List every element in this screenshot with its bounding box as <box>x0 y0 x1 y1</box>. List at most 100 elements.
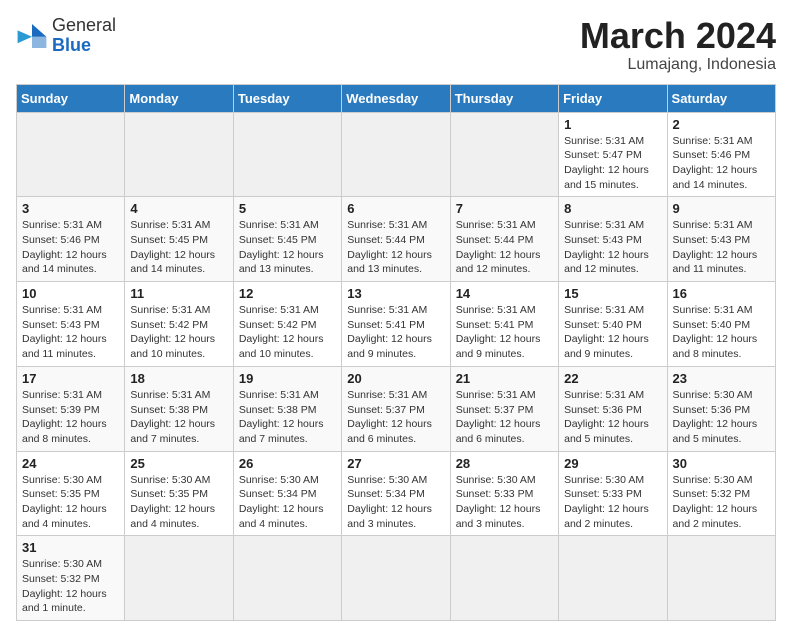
calendar-cell: 27Sunrise: 5:30 AM Sunset: 5:34 PM Dayli… <box>342 451 450 536</box>
day-info: Sunrise: 5:31 AM Sunset: 5:40 PM Dayligh… <box>564 304 649 360</box>
day-number: 12 <box>239 286 336 301</box>
day-info: Sunrise: 5:31 AM Sunset: 5:41 PM Dayligh… <box>347 304 432 360</box>
day-header-friday: Friday <box>559 84 667 112</box>
day-number: 25 <box>130 456 227 471</box>
calendar-cell: 11 Sunrise: 5:31 AM Sunset: 5:42 PM Dayli… <box>125 282 233 367</box>
day-info: Sunrise: 5:31 AM Sunset: 5:42 PM Dayligh… <box>130 304 215 360</box>
day-info: Sunrise: 5:31 AM Sunset: 5:37 PM Dayligh… <box>456 389 541 445</box>
day-number: 28 <box>456 456 553 471</box>
day-number: 21 <box>456 371 553 386</box>
day-number: 8 <box>564 201 661 216</box>
logo: General Blue <box>16 16 116 56</box>
calendar-cell <box>125 536 233 621</box>
day-info: Sunrise: 5:31 AM Sunset: 5:38 PM Dayligh… <box>239 389 324 445</box>
day-header-saturday: Saturday <box>667 84 775 112</box>
day-info: Sunrise: 5:31 AM Sunset: 5:38 PM Dayligh… <box>130 389 215 445</box>
calendar-cell: 14 Sunrise: 5:31 AM Sunset: 5:41 PM Dayli… <box>450 282 558 367</box>
week-row-5: 24Sunrise: 5:30 AM Sunset: 5:35 PM Dayli… <box>17 451 776 536</box>
calendar-cell <box>342 112 450 197</box>
week-row-1: 1 Sunrise: 5:31 AM Sunset: 5:47 PM Daylig… <box>17 112 776 197</box>
day-info: Sunrise: 5:30 AM Sunset: 5:32 PM Dayligh… <box>22 558 107 614</box>
days-of-week-row: SundayMondayTuesdayWednesdayThursdayFrid… <box>17 84 776 112</box>
day-number: 20 <box>347 371 444 386</box>
calendar-cell: 15Sunrise: 5:31 AM Sunset: 5:40 PM Dayli… <box>559 282 667 367</box>
day-info: Sunrise: 5:31 AM Sunset: 5:47 PM Dayligh… <box>564 135 649 191</box>
day-number: 16 <box>673 286 770 301</box>
calendar-cell <box>17 112 125 197</box>
calendar-body: 1 Sunrise: 5:31 AM Sunset: 5:47 PM Daylig… <box>17 112 776 621</box>
day-number: 14 <box>456 286 553 301</box>
calendar-cell <box>559 536 667 621</box>
week-row-6: 31Sunrise: 5:30 AM Sunset: 5:32 PM Dayli… <box>17 536 776 621</box>
day-number: 9 <box>673 201 770 216</box>
calendar-cell: 13 Sunrise: 5:31 AM Sunset: 5:41 PM Dayli… <box>342 282 450 367</box>
calendar-cell <box>667 536 775 621</box>
calendar-cell: 12 Sunrise: 5:31 AM Sunset: 5:42 PM Dayli… <box>233 282 341 367</box>
calendar-cell: 20Sunrise: 5:31 AM Sunset: 5:37 PM Dayli… <box>342 366 450 451</box>
calendar-cell: 28 Sunrise: 5:30 AM Sunset: 5:33 PM Dayli… <box>450 451 558 536</box>
week-row-3: 10Sunrise: 5:31 AM Sunset: 5:43 PM Dayli… <box>17 282 776 367</box>
calendar-cell <box>342 536 450 621</box>
day-info: Sunrise: 5:31 AM Sunset: 5:43 PM Dayligh… <box>22 304 107 360</box>
calendar-cell <box>450 112 558 197</box>
day-number: 27 <box>347 456 444 471</box>
day-info: Sunrise: 5:31 AM Sunset: 5:46 PM Dayligh… <box>673 135 758 191</box>
day-info: Sunrise: 5:31 AM Sunset: 5:44 PM Dayligh… <box>347 219 432 275</box>
day-info: Sunrise: 5:30 AM Sunset: 5:33 PM Dayligh… <box>564 474 649 530</box>
calendar-cell: 7 Sunrise: 5:31 AM Sunset: 5:44 PM Daylig… <box>450 197 558 282</box>
day-info: Sunrise: 5:30 AM Sunset: 5:33 PM Dayligh… <box>456 474 541 530</box>
day-info: Sunrise: 5:31 AM Sunset: 5:43 PM Dayligh… <box>564 219 649 275</box>
day-number: 4 <box>130 201 227 216</box>
calendar-cell: 24Sunrise: 5:30 AM Sunset: 5:35 PM Dayli… <box>17 451 125 536</box>
calendar-cell: 19 Sunrise: 5:31 AM Sunset: 5:38 PM Dayli… <box>233 366 341 451</box>
day-info: Sunrise: 5:31 AM Sunset: 5:44 PM Dayligh… <box>456 219 541 275</box>
week-row-2: 3Sunrise: 5:31 AM Sunset: 5:46 PM Daylig… <box>17 197 776 282</box>
day-number: 11 <box>130 286 227 301</box>
calendar-cell: 6 Sunrise: 5:31 AM Sunset: 5:44 PM Daylig… <box>342 197 450 282</box>
day-info: Sunrise: 5:31 AM Sunset: 5:41 PM Dayligh… <box>456 304 541 360</box>
day-info: Sunrise: 5:30 AM Sunset: 5:36 PM Dayligh… <box>673 389 758 445</box>
month-year-title: March 2024 <box>580 16 776 56</box>
calendar-cell <box>233 112 341 197</box>
day-header-monday: Monday <box>125 84 233 112</box>
day-number: 30 <box>673 456 770 471</box>
day-number: 23 <box>673 371 770 386</box>
day-number: 29 <box>564 456 661 471</box>
day-info: Sunrise: 5:30 AM Sunset: 5:34 PM Dayligh… <box>239 474 324 530</box>
day-info: Sunrise: 5:31 AM Sunset: 5:45 PM Dayligh… <box>130 219 215 275</box>
day-info: Sunrise: 5:31 AM Sunset: 5:40 PM Dayligh… <box>673 304 758 360</box>
calendar-cell: 16 Sunrise: 5:31 AM Sunset: 5:40 PM Dayli… <box>667 282 775 367</box>
day-info: Sunrise: 5:30 AM Sunset: 5:35 PM Dayligh… <box>22 474 107 530</box>
day-header-sunday: Sunday <box>17 84 125 112</box>
calendar-cell <box>125 112 233 197</box>
day-number: 17 <box>22 371 119 386</box>
day-header-thursday: Thursday <box>450 84 558 112</box>
day-header-wednesday: Wednesday <box>342 84 450 112</box>
day-number: 6 <box>347 201 444 216</box>
day-info: Sunrise: 5:31 AM Sunset: 5:42 PM Dayligh… <box>239 304 324 360</box>
calendar-cell: 1 Sunrise: 5:31 AM Sunset: 5:47 PM Daylig… <box>559 112 667 197</box>
day-info: Sunrise: 5:30 AM Sunset: 5:35 PM Dayligh… <box>130 474 215 530</box>
calendar-cell: 9Sunrise: 5:31 AM Sunset: 5:43 PM Daylig… <box>667 197 775 282</box>
title-area: March 2024 Lumajang, Indonesia <box>580 16 776 74</box>
calendar-table: SundayMondayTuesdayWednesdayThursdayFrid… <box>16 84 776 622</box>
general-blue-logo-icon <box>16 22 48 50</box>
calendar-cell: 23 Sunrise: 5:30 AM Sunset: 5:36 PM Dayli… <box>667 366 775 451</box>
day-info: Sunrise: 5:31 AM Sunset: 5:45 PM Dayligh… <box>239 219 324 275</box>
day-number: 5 <box>239 201 336 216</box>
logo-general: General <box>52 15 116 35</box>
calendar-cell: 22Sunrise: 5:31 AM Sunset: 5:36 PM Dayli… <box>559 366 667 451</box>
day-number: 3 <box>22 201 119 216</box>
day-number: 1 <box>564 117 661 132</box>
calendar-cell: 2 Sunrise: 5:31 AM Sunset: 5:46 PM Daylig… <box>667 112 775 197</box>
calendar-cell: 26Sunrise: 5:30 AM Sunset: 5:34 PM Dayli… <box>233 451 341 536</box>
calendar-cell: 25 Sunrise: 5:30 AM Sunset: 5:35 PM Dayli… <box>125 451 233 536</box>
day-info: Sunrise: 5:31 AM Sunset: 5:39 PM Dayligh… <box>22 389 107 445</box>
calendar-cell <box>233 536 341 621</box>
day-number: 7 <box>456 201 553 216</box>
logo-text: General Blue <box>52 16 116 56</box>
day-number: 19 <box>239 371 336 386</box>
day-number: 13 <box>347 286 444 301</box>
calendar-header: SundayMondayTuesdayWednesdayThursdayFrid… <box>17 84 776 112</box>
day-number: 2 <box>673 117 770 132</box>
